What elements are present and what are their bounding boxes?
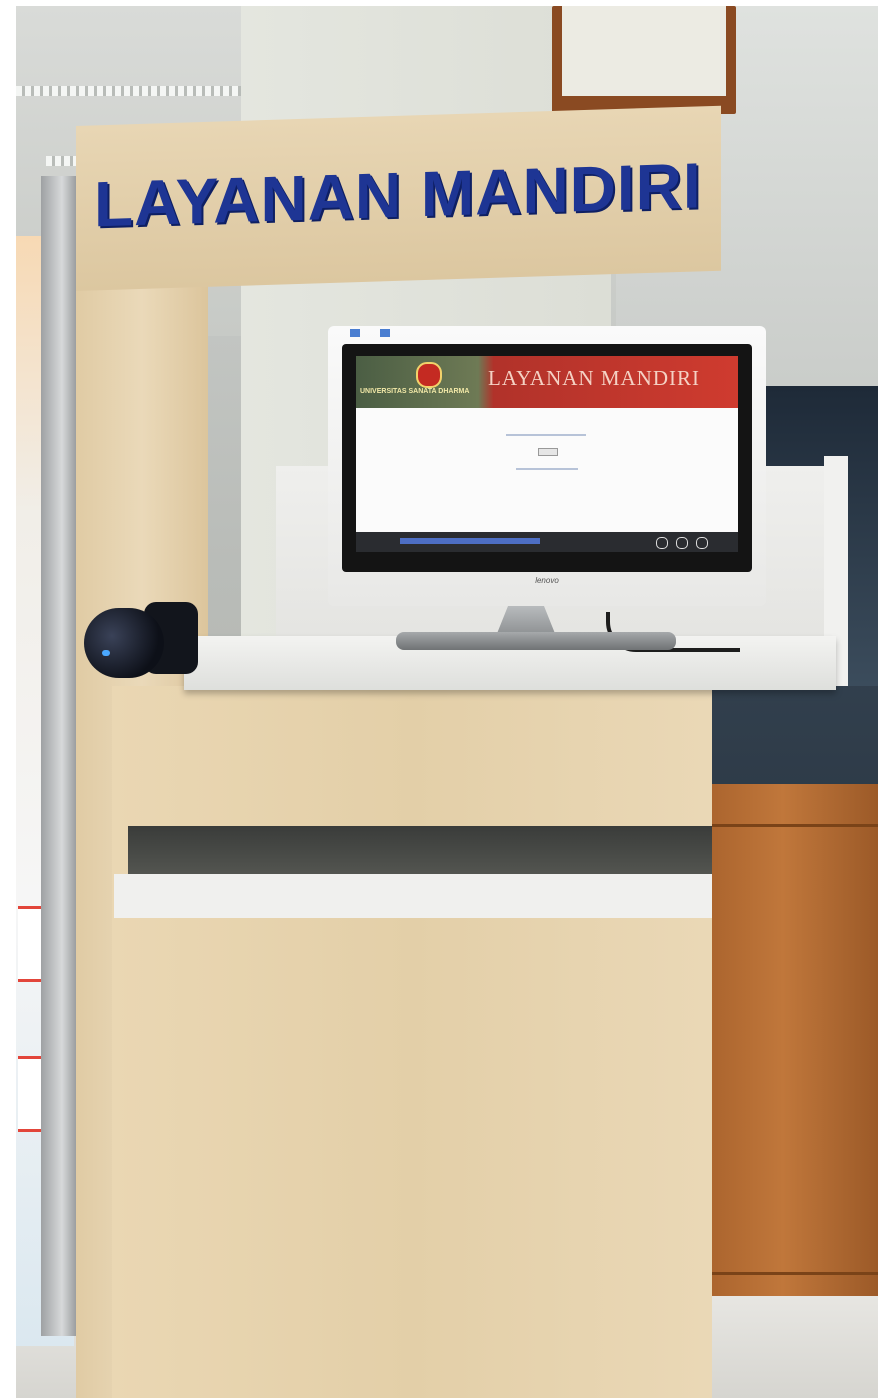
login-text-line (506, 434, 586, 436)
touch-screen[interactable]: UNIVERSITAS SANATA DHARMA LAYANAN MANDIR… (356, 356, 738, 552)
scanner-head (84, 608, 164, 678)
framed-certificate (552, 6, 736, 114)
lower-shelf (114, 826, 712, 918)
screen-header: UNIVERSITAS SANATA DHARMA LAYANAN MANDIR… (356, 356, 738, 408)
all-in-one-monitor: UNIVERSITAS SANATA DHARMA LAYANAN MANDIR… (328, 326, 766, 606)
kiosk-panel (112, 686, 712, 1398)
monitor-bezel: UNIVERSITAS SANATA DHARMA LAYANAN MANDIR… (342, 344, 752, 572)
screen-title: LAYANAN MANDIRI (488, 366, 700, 390)
monitor-stand-base (396, 632, 676, 650)
kiosk-sign: LAYANAN MANDIRI (76, 105, 721, 291)
screen-university: UNIVERSITAS SANATA DHARMA (360, 388, 470, 395)
login-button[interactable] (538, 448, 558, 456)
sticker-icon (350, 329, 360, 337)
taskbar-icon[interactable] (696, 537, 708, 549)
sticker-icon (380, 329, 390, 337)
screen-taskbar (356, 532, 738, 552)
ceiling-light (16, 86, 241, 96)
photo-scene: LAYANAN MANDIRI UNIVERSITAS SANATA DHARM… (16, 6, 878, 1398)
monitor-brand: lenovo (535, 576, 559, 585)
screen-login-area (356, 408, 738, 532)
address-bar[interactable] (400, 538, 540, 544)
metal-pole (41, 176, 79, 1336)
certificate-paper (562, 6, 726, 96)
taskbar-icon[interactable] (676, 537, 688, 549)
sign-title: LAYANAN MANDIRI (94, 149, 702, 241)
lower-shelf-edge (114, 874, 712, 918)
taskbar-icon[interactable] (656, 537, 668, 549)
scanner-led (102, 650, 110, 656)
barcode-scanner (84, 602, 198, 684)
university-logo-icon (416, 362, 442, 388)
self-service-kiosk: LAYANAN MANDIRI (76, 105, 848, 1398)
login-text-line (516, 468, 578, 470)
lower-shelf-surface (128, 826, 712, 878)
